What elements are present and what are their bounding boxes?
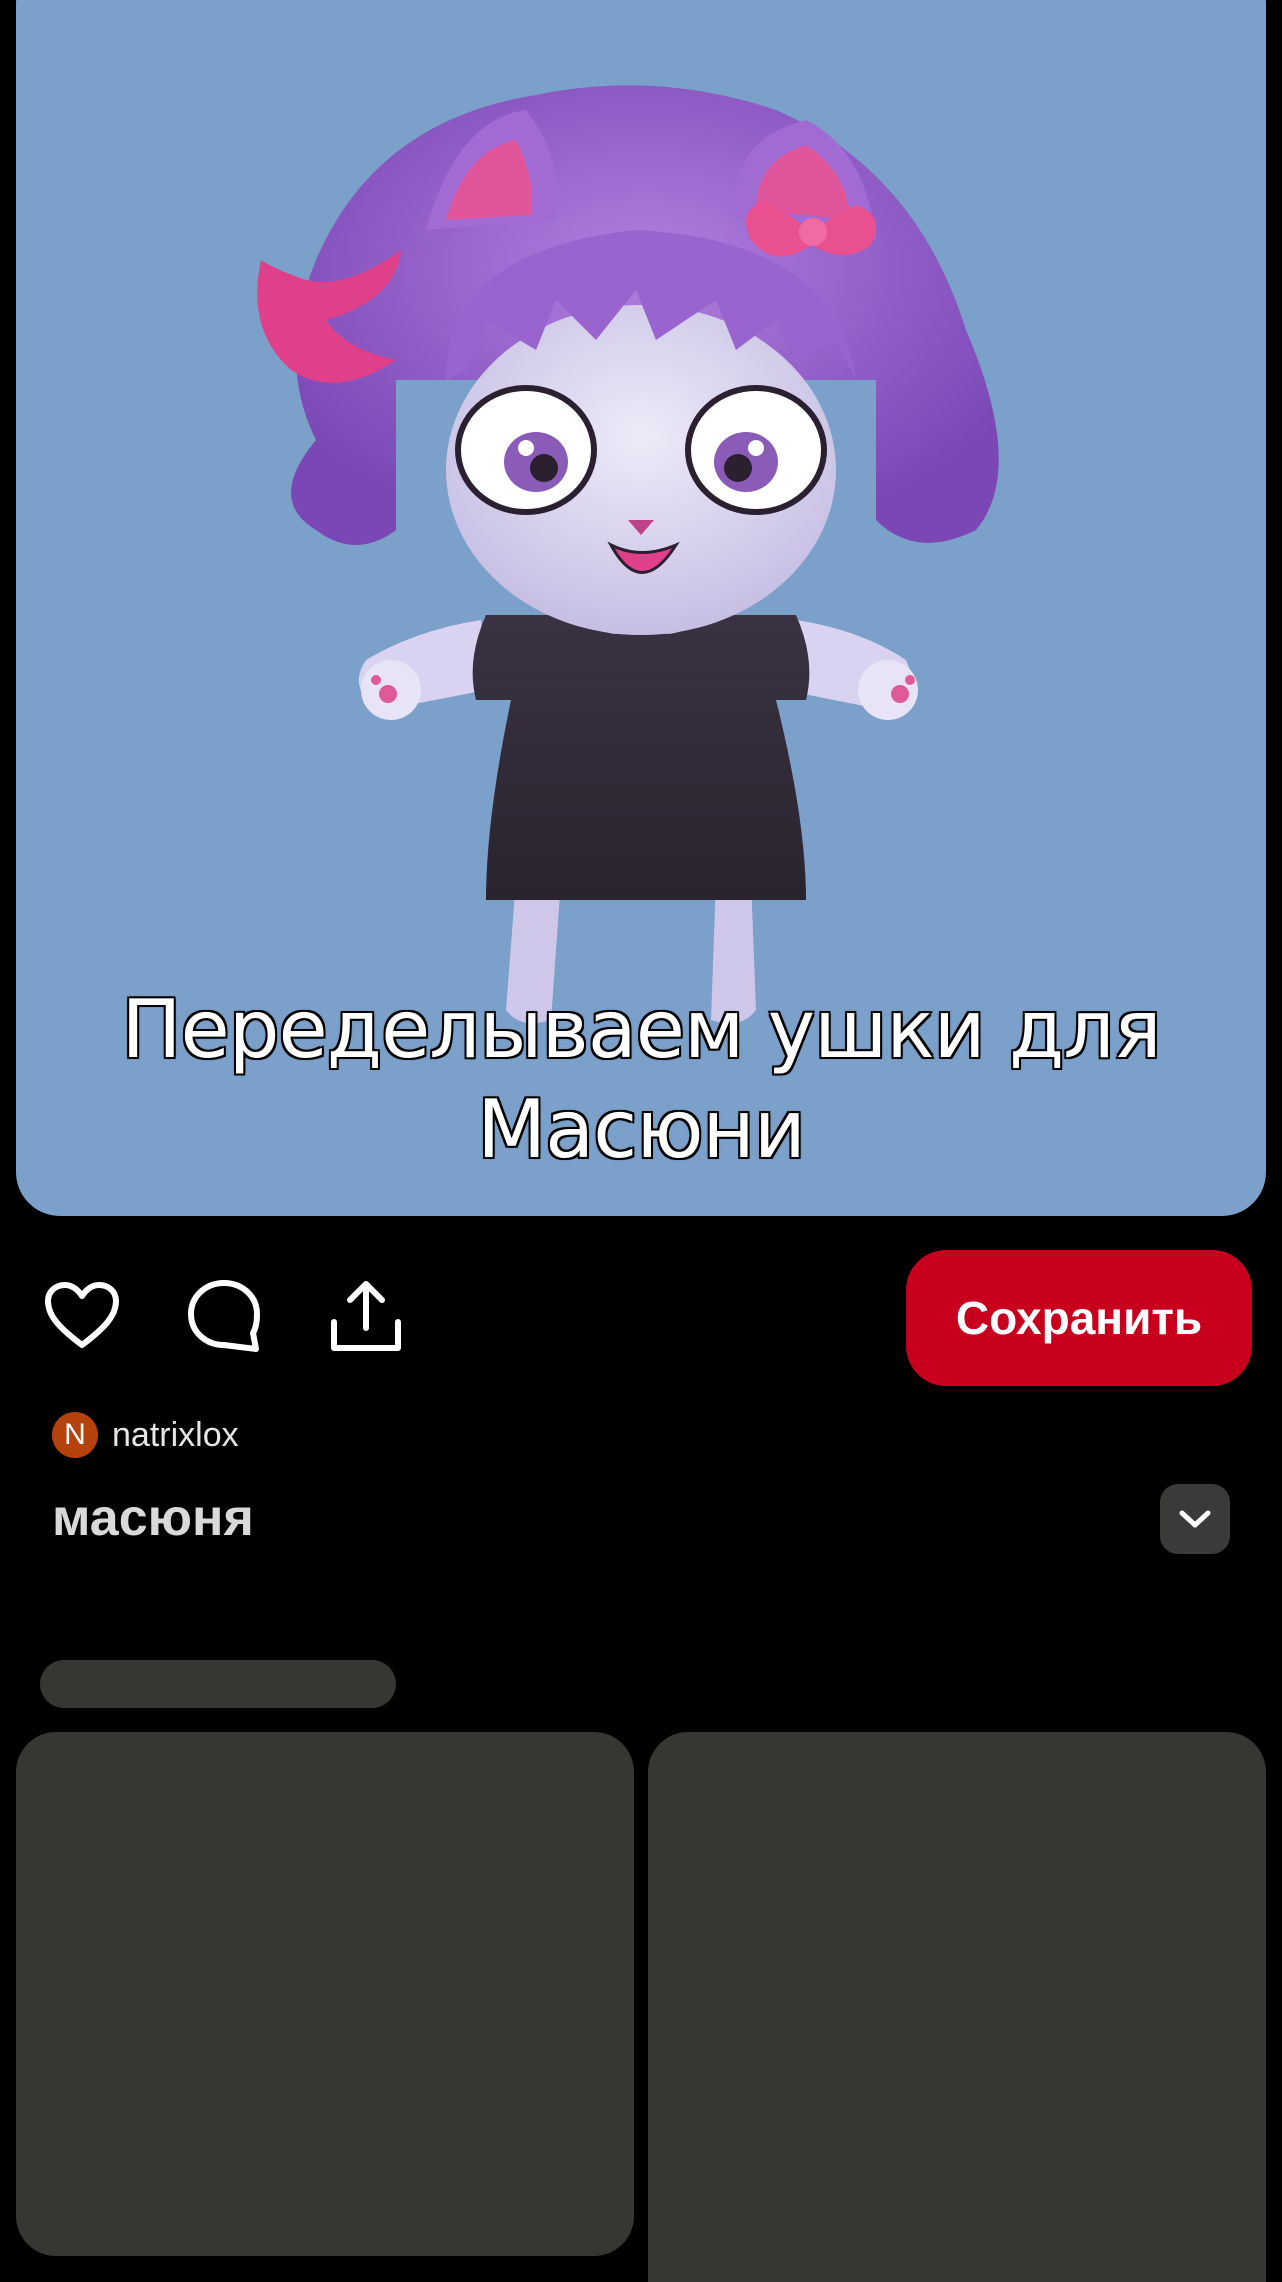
author-name[interactable]: natrixlox <box>112 1416 239 1455</box>
share-icon <box>331 1281 401 1351</box>
comment-button[interactable] <box>184 1276 264 1356</box>
author-row[interactable]: N natrixlox <box>52 1410 239 1460</box>
pin-detail-screen: Переделываем ушки для Масюни Сохранить N… <box>0 0 1282 2282</box>
save-button[interactable]: Сохранить <box>906 1250 1252 1386</box>
video-caption: Переделываем ушки для Масюни <box>56 980 1226 1180</box>
pin-media[interactable]: Переделываем ушки для Масюни <box>16 0 1266 1216</box>
avatar[interactable]: N <box>52 1412 98 1458</box>
loading-placeholder-card <box>648 1732 1266 2282</box>
share-button[interactable] <box>326 1276 406 1356</box>
comment-icon <box>188 1280 260 1352</box>
pin-title: масюня <box>52 1489 254 1547</box>
loading-placeholder-bar <box>40 1660 396 1708</box>
caption-line-1: Переделываем ушки для <box>120 982 1163 1078</box>
like-button[interactable] <box>42 1276 122 1356</box>
chevron-down-icon <box>1179 1510 1211 1528</box>
expand-details-button[interactable] <box>1160 1484 1230 1554</box>
caption-line-2: Масюни <box>476 1082 808 1178</box>
heart-icon <box>45 1282 119 1348</box>
loading-placeholder-card <box>16 1732 634 2256</box>
